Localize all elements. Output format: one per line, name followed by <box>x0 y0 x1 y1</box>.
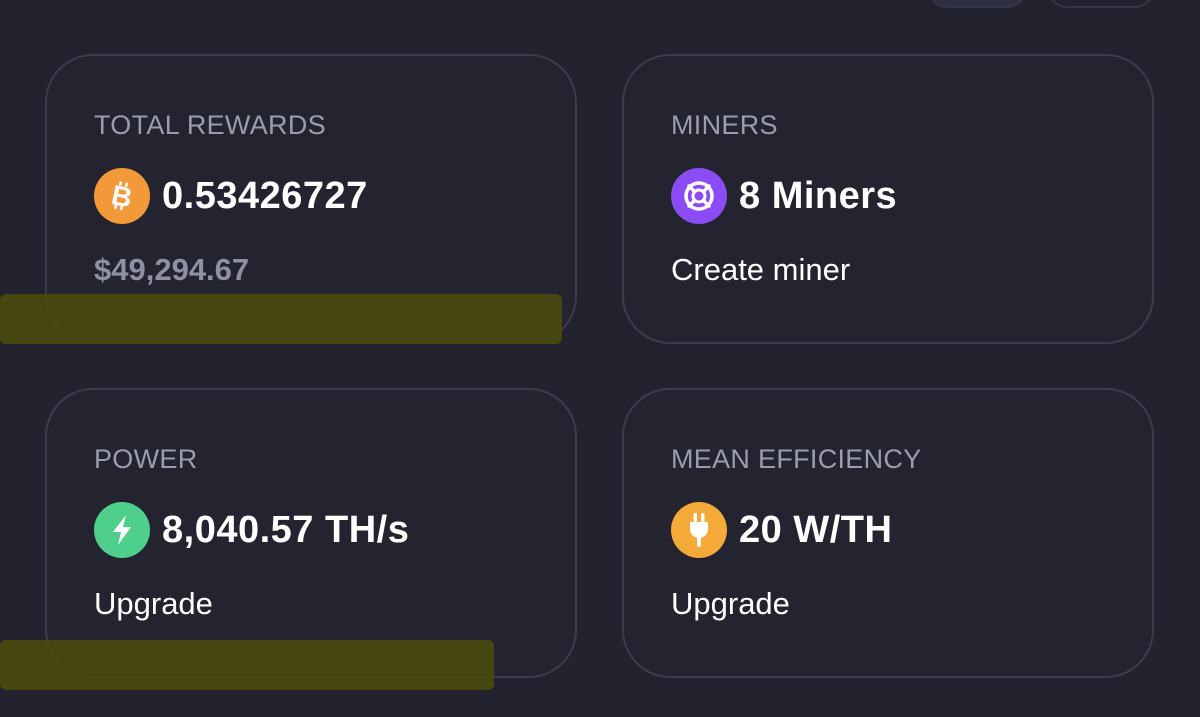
total-rewards-value: 0.53426727 <box>162 174 368 217</box>
mean-efficiency-value: 20 W/TH <box>739 508 893 551</box>
power-card: POWER 8,040.57 TH/s Upgrade <box>45 388 577 678</box>
bitcoin-icon: B <box>94 168 150 224</box>
total-rewards-label: TOTAL REWARDS <box>94 110 326 140</box>
total-rewards-card: TOTAL REWARDS B 0.53426727 $49,294.67 <box>45 54 577 344</box>
power-upgrade-link[interactable]: Upgrade <box>94 586 213 622</box>
total-rewards-usd: $49,294.67 <box>94 252 250 287</box>
miners-value-row: 8 Miners <box>671 168 897 224</box>
top-control-right[interactable] <box>1046 0 1156 8</box>
efficiency-upgrade-link[interactable]: Upgrade <box>671 586 790 622</box>
miners-icon <box>671 168 727 224</box>
plug-icon <box>671 502 727 558</box>
miners-card: MINERS 8 Miners Create miner <box>622 54 1154 344</box>
mean-efficiency-card: MEAN EFFICIENCY 20 W/TH Upgrade <box>622 388 1154 678</box>
miners-count: 8 Miners <box>739 174 898 217</box>
mean-efficiency-label: MEAN EFFICIENCY <box>671 444 922 474</box>
create-miner-link[interactable]: Create miner <box>671 252 850 288</box>
mean-efficiency-value-row: 20 W/TH <box>671 502 892 558</box>
miners-label: MINERS <box>671 110 778 140</box>
total-rewards-value-row: B 0.53426727 <box>94 168 368 224</box>
power-value-row: 8,040.57 TH/s <box>94 502 409 558</box>
lightning-icon <box>94 502 150 558</box>
power-value: 8,040.57 TH/s <box>162 508 410 551</box>
power-label: POWER <box>94 444 198 474</box>
top-control-left[interactable] <box>926 0 1028 8</box>
dashboard-page: TOTAL REWARDS B 0.53426727 $49,294.67 MI… <box>0 0 1200 717</box>
